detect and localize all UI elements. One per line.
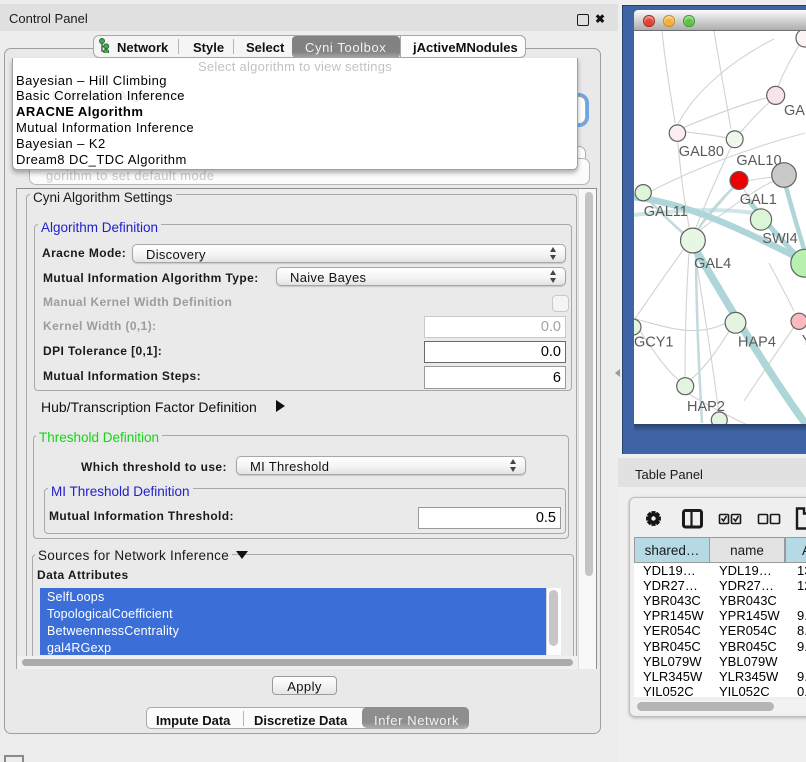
svg-text:GAL4: GAL4 [694,256,731,272]
svg-text:GAL10: GAL10 [736,153,781,169]
svg-text:GCY1: GCY1 [634,335,674,351]
svg-text:SWI4: SWI4 [762,231,797,247]
svg-text:GAL11: GAL11 [643,204,687,220]
svg-text:Y: Y [801,333,806,349]
svg-text:HAP4: HAP4 [738,335,776,351]
svg-text:GAL: GAL [784,103,806,119]
svg-text:GAL1: GAL1 [739,192,776,208]
svg-text:GAL80: GAL80 [678,144,723,160]
svg-text:HAP2: HAP2 [687,399,725,415]
